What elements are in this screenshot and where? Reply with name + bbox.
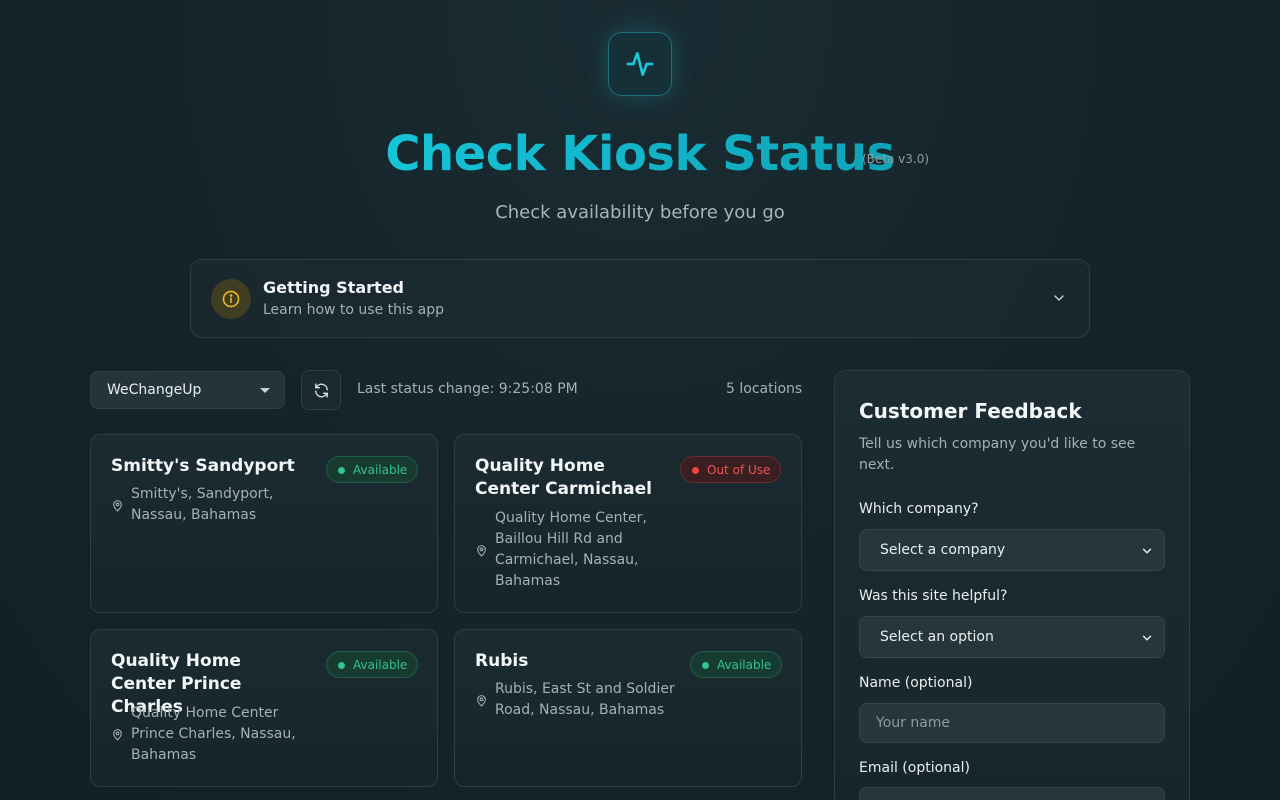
helpful-label: Was this site helpful? — [859, 588, 1008, 604]
kiosk-address: Quality Home Center Prince Charles, Nass… — [111, 703, 301, 766]
refresh-icon — [314, 382, 328, 398]
map-pin-icon — [477, 694, 486, 707]
company-select[interactable]: WeChangeUp — [90, 371, 285, 409]
page-title-row: Check Kiosk Status — [0, 126, 1280, 182]
kiosk-address-text: Quality Home Center, Baillou Hill Rd and… — [495, 510, 647, 589]
last-status-change: Last status change: 9:25:08 PM — [357, 381, 578, 397]
feedback-helpful-select[interactable]: Select an option — [859, 616, 1165, 658]
page-title: Check Kiosk Status — [385, 126, 895, 182]
page-subtitle: Check availability before you go — [495, 202, 785, 223]
kiosk-name: Quality Home Center Carmichael — [475, 456, 652, 499]
getting-started-title: Getting Started — [263, 278, 404, 297]
kiosk-address-text: Smitty's, Sandyport, Nassau, Bahamas — [131, 486, 274, 523]
feedback-helpful-value: Select an option — [880, 629, 994, 645]
name-input-placeholder: Your name — [876, 715, 951, 731]
kiosk-card[interactable]: Smitty's Sandyport Available Smitty's, S… — [90, 434, 438, 613]
feedback-title: Customer Feedback — [859, 399, 1082, 423]
feedback-company-select[interactable]: Select a company — [859, 529, 1165, 571]
name-input[interactable]: Your name — [859, 703, 1165, 743]
location-count: 5 locations — [726, 381, 803, 397]
kiosk-name: Rubis — [475, 651, 529, 671]
kiosk-card[interactable]: Quality Home Center Prince Charles Avail… — [90, 629, 438, 787]
map-pin-icon — [113, 729, 122, 741]
activity-pulse-icon — [626, 52, 654, 76]
getting-started-subtitle: Learn how to use this app — [263, 302, 445, 318]
email-input[interactable] — [859, 787, 1165, 800]
feedback-subtitle: Tell us which company you'd like to see … — [859, 436, 1136, 473]
kiosk-address-text: Rubis, East St and Soldier Road, Nassau,… — [495, 681, 675, 718]
beta-version-label: (Beta v3.0) — [862, 152, 930, 166]
feedback-company-value: Select a company — [880, 542, 1006, 558]
name-label: Name (optional) — [859, 675, 973, 691]
chevron-down-icon — [1142, 635, 1152, 641]
status-badge: Out of Use — [680, 456, 782, 483]
getting-started-accordion[interactable]: Getting Started Learn how to use this ap… — [190, 259, 1090, 338]
kiosk-address-text: Quality Home Center Prince Charles, Nass… — [131, 705, 296, 763]
kiosk-address: Rubis, East St and Soldier Road, Nassau,… — [475, 679, 675, 721]
kiosk-address: Quality Home Center, Baillou Hill Rd and… — [475, 508, 665, 592]
kiosk-address: Smitty's, Sandyport, Nassau, Bahamas — [111, 484, 311, 526]
kiosk-card[interactable]: Rubis Available Rubis, East St and Soldi… — [454, 629, 802, 787]
kiosk-name: Smitty's Sandyport — [111, 456, 295, 476]
chevron-down-icon — [1142, 548, 1152, 554]
company-select-value: WeChangeUp — [107, 382, 202, 398]
app-logo — [608, 32, 672, 96]
email-label: Email (optional) — [859, 760, 970, 776]
status-badge: Available — [326, 456, 419, 483]
info-icon — [222, 290, 240, 308]
info-icon-circle — [211, 279, 251, 319]
status-badge: Available — [690, 651, 783, 678]
map-pin-icon — [477, 544, 486, 557]
map-pin-icon — [113, 499, 122, 512]
company-label: Which company? — [859, 501, 979, 517]
customer-feedback-panel: Customer Feedback Tell us which company … — [834, 370, 1190, 800]
status-badge: Available — [326, 651, 419, 678]
kiosk-card[interactable]: Quality Home Center Carmichael Out of Us… — [454, 434, 802, 613]
chevron-down-icon[interactable] — [1051, 290, 1067, 310]
refresh-button[interactable] — [301, 370, 341, 410]
caret-down-icon — [260, 388, 270, 393]
